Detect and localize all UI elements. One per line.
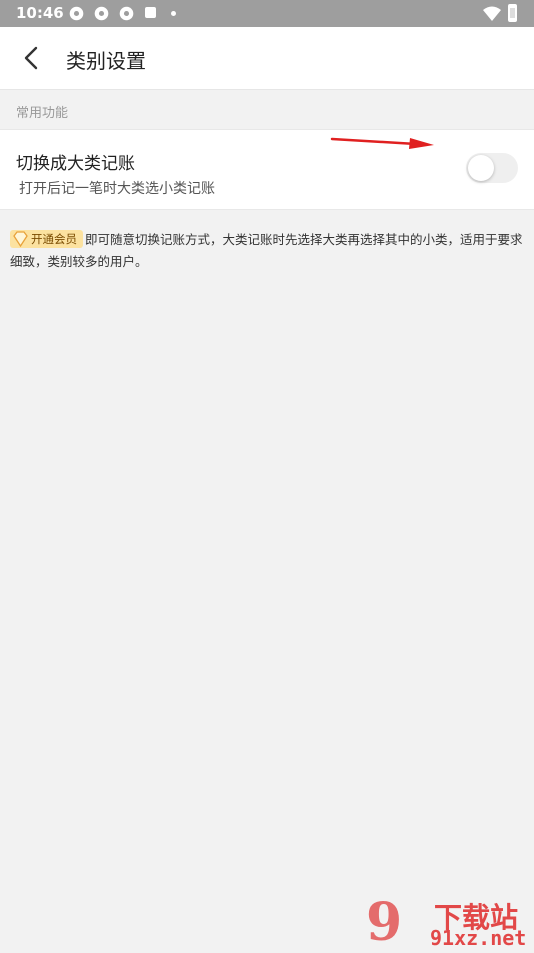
notification-square-icon bbox=[145, 7, 156, 18]
watermark-bottom-text: 91xz.net bbox=[430, 926, 527, 950]
vip-badge[interactable]: 开通会员 bbox=[10, 230, 83, 248]
watermark-mark: 9 bbox=[366, 892, 403, 953]
option-description: 打开后记一笔时大类选小类记账 bbox=[19, 181, 215, 197]
wifi-icon bbox=[483, 6, 501, 21]
vip-badge-label: 开通会员 bbox=[31, 232, 77, 246]
status-bar: 10:46 bbox=[0, 0, 534, 27]
diamond-icon bbox=[13, 231, 28, 247]
app-bar: 类别设置 bbox=[0, 27, 534, 90]
battery-icon bbox=[508, 4, 517, 22]
notification-gear-icon bbox=[119, 6, 134, 21]
toggle-knob bbox=[468, 155, 494, 181]
notice-text: 即可随意切换记账方式，大类记账时先选择大类再选择其中的小类，适用于要求细致，类别… bbox=[10, 232, 523, 269]
watermark-logo: 9 下载站 91xz.net bbox=[364, 888, 534, 953]
section-label: 常用功能 bbox=[16, 106, 69, 121]
back-arrow-icon[interactable] bbox=[18, 44, 46, 72]
member-notice: 开通会员 即可随意切换记账方式，大类记账时先选择大类再选择其中的小类，适用于要求… bbox=[10, 229, 524, 273]
more-notifications-dot-icon bbox=[171, 11, 176, 16]
notification-gear-icon bbox=[69, 6, 84, 21]
status-time: 10:46 bbox=[16, 4, 64, 22]
red-arrow-annotation bbox=[330, 137, 434, 149]
option-title: 切换成大类记账 bbox=[16, 154, 135, 174]
category-mode-setting: 切换成大类记账 打开后记一笔时大类选小类记账 bbox=[0, 129, 534, 210]
notification-gear-icon bbox=[94, 6, 109, 21]
page-title: 类别设置 bbox=[66, 49, 146, 73]
category-mode-toggle[interactable] bbox=[466, 153, 518, 183]
